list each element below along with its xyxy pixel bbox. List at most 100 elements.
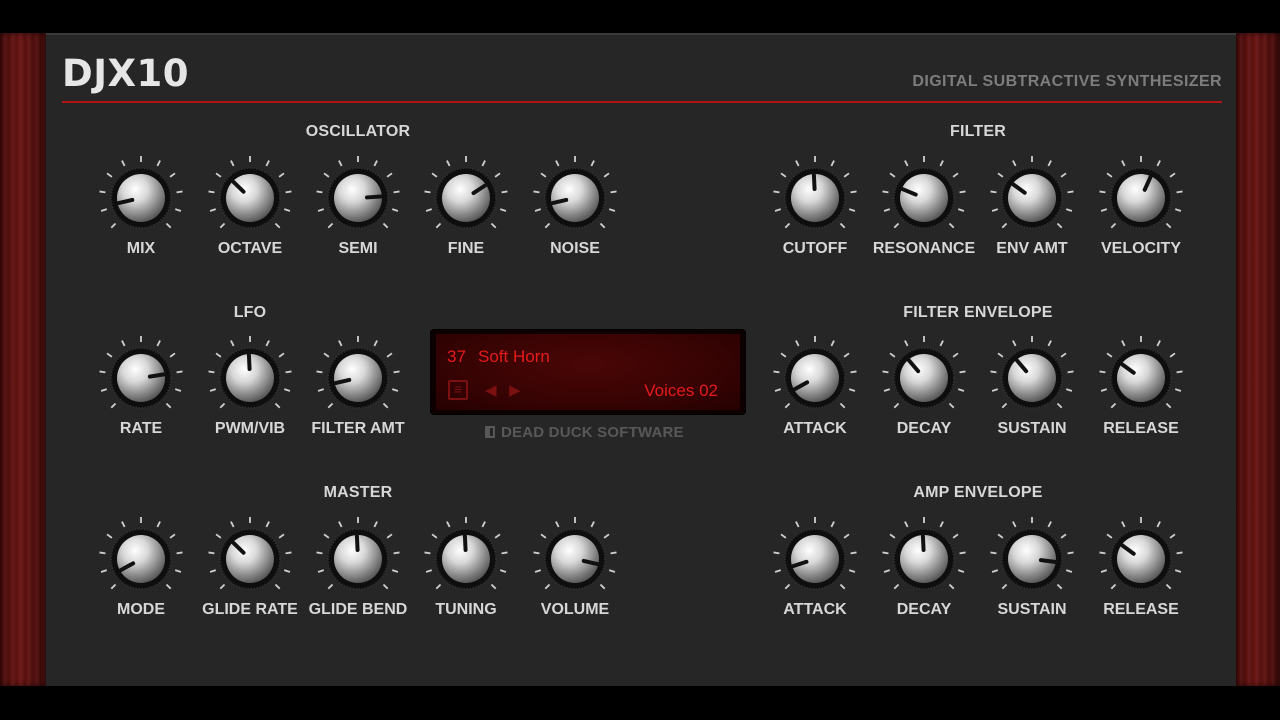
prev-arrow-icon[interactable]: ◀ bbox=[485, 381, 497, 399]
knob-tick bbox=[1065, 569, 1073, 573]
knob-icon[interactable] bbox=[771, 154, 859, 242]
amp-envelope-decay-knob[interactable]: DECAY bbox=[880, 515, 968, 625]
knob-icon[interactable] bbox=[206, 154, 294, 242]
knob-cap bbox=[442, 174, 490, 222]
master-mode-knob[interactable]: MODE bbox=[97, 515, 185, 625]
oscillator-noise-knob[interactable]: NOISE bbox=[531, 154, 619, 264]
knob-icon[interactable] bbox=[206, 334, 294, 422]
knob-icon[interactable] bbox=[314, 515, 402, 603]
amp-envelope-attack-knob[interactable]: ATTACK bbox=[771, 515, 859, 625]
knob-tick bbox=[165, 222, 172, 229]
knob-tick bbox=[889, 172, 896, 178]
knob-tick bbox=[169, 352, 176, 358]
master-glide-bend-knob[interactable]: GLIDE BEND bbox=[309, 515, 407, 625]
preset-name[interactable]: Soft Horn bbox=[478, 347, 550, 367]
knob-tick bbox=[904, 160, 909, 167]
knob-icon[interactable] bbox=[97, 515, 185, 603]
knob-icon[interactable] bbox=[771, 334, 859, 422]
amp-envelope-release-knob[interactable]: RELEASE bbox=[1097, 515, 1185, 625]
knob-tick bbox=[1156, 521, 1161, 528]
knob-tick bbox=[209, 388, 217, 392]
knob-tick bbox=[99, 551, 106, 555]
knob-tick bbox=[156, 340, 161, 347]
oscillator-semi-knob[interactable]: SEMI bbox=[314, 154, 402, 264]
filter-cutoff-knob[interactable]: CUTOFF bbox=[771, 154, 859, 264]
knob-tick bbox=[208, 551, 215, 555]
knob-icon[interactable] bbox=[531, 154, 619, 242]
knob-icon[interactable] bbox=[314, 154, 402, 242]
oscillator-fine-knob[interactable]: FINE bbox=[422, 154, 510, 264]
knob-tick bbox=[386, 533, 393, 539]
brand-logo-icon bbox=[485, 426, 495, 438]
knob-tick bbox=[997, 533, 1004, 539]
filter-envelope-release-knob[interactable]: RELEASE bbox=[1097, 334, 1185, 444]
oscillator-mix-knob[interactable]: MIX bbox=[97, 154, 185, 264]
next-arrow-icon[interactable]: ▶ bbox=[509, 381, 521, 399]
knob-tick bbox=[1060, 352, 1067, 358]
knob-tick bbox=[490, 222, 497, 229]
knob-tick bbox=[1099, 551, 1106, 555]
amp-envelope-sustain-knob[interactable]: SUSTAIN bbox=[988, 515, 1076, 625]
menu-icon[interactable]: ≡ bbox=[448, 380, 468, 400]
knob-tick bbox=[533, 190, 540, 194]
knob-cap bbox=[1008, 174, 1056, 222]
knob-icon[interactable] bbox=[531, 515, 619, 603]
filter-resonance-knob[interactable]: RESONANCE bbox=[873, 154, 975, 264]
lfo-filter-amt-knob[interactable]: FILTER AMT bbox=[311, 334, 405, 444]
knob-icon[interactable] bbox=[988, 154, 1076, 242]
knob-tick bbox=[784, 583, 791, 590]
knob-tick bbox=[1169, 172, 1176, 178]
lfo-pwm-vib-knob[interactable]: PWM/VIB bbox=[206, 334, 294, 444]
voices-readout[interactable]: Voices 02 bbox=[644, 381, 718, 401]
knob-tick bbox=[883, 388, 891, 392]
knob-tick bbox=[1176, 370, 1183, 374]
knob-icon[interactable] bbox=[97, 154, 185, 242]
knob-tick bbox=[795, 160, 800, 167]
knob-icon[interactable] bbox=[880, 154, 968, 242]
knob-icon[interactable] bbox=[1097, 334, 1185, 422]
knob-icon[interactable] bbox=[988, 515, 1076, 603]
knob-tick bbox=[215, 352, 222, 358]
knob-tick bbox=[882, 190, 889, 194]
knob-icon[interactable] bbox=[1097, 515, 1185, 603]
filter-envelope-sustain-knob[interactable]: SUSTAIN bbox=[988, 334, 1076, 444]
knob-icon[interactable] bbox=[97, 334, 185, 422]
knob-tick bbox=[382, 402, 389, 409]
master-glide-rate-knob[interactable]: GLIDE RATE bbox=[202, 515, 298, 625]
lfo-rate-knob[interactable]: RATE bbox=[97, 334, 185, 444]
oscillator-octave-knob[interactable]: OCTAVE bbox=[206, 154, 294, 264]
knob-icon[interactable] bbox=[771, 515, 859, 603]
knob-pointer bbox=[364, 194, 383, 200]
knob-tick bbox=[425, 208, 433, 212]
knob-icon[interactable] bbox=[422, 515, 510, 603]
knob-tick bbox=[121, 521, 126, 528]
knob-tick bbox=[1012, 160, 1017, 167]
knob-icon[interactable] bbox=[314, 334, 402, 422]
master-tuning-knob[interactable]: TUNING bbox=[422, 515, 510, 625]
knob-tick bbox=[219, 583, 226, 590]
filter-env-amt-knob[interactable]: ENV AMT bbox=[988, 154, 1076, 264]
knob-icon[interactable] bbox=[880, 515, 968, 603]
knob-icon[interactable] bbox=[880, 334, 968, 422]
knob-icon[interactable] bbox=[1097, 154, 1185, 242]
knob-icon[interactable] bbox=[988, 334, 1076, 422]
knob-cap bbox=[551, 174, 599, 222]
knob-tick bbox=[773, 551, 780, 555]
knob-tick bbox=[121, 160, 126, 167]
filter-velocity-knob[interactable]: VELOCITY bbox=[1097, 154, 1185, 264]
knob-tick bbox=[1099, 370, 1106, 374]
filter-section-title: FILTER bbox=[949, 123, 1006, 140]
knob-tick bbox=[904, 521, 909, 528]
knob-icon[interactable] bbox=[422, 154, 510, 242]
knob-tick bbox=[208, 190, 215, 194]
filter-envelope-attack-knob[interactable]: ATTACK bbox=[771, 334, 859, 444]
knob-tick bbox=[265, 160, 270, 167]
filter-envelope-decay-knob[interactable]: DECAY bbox=[880, 334, 968, 444]
knob-tick bbox=[843, 352, 850, 358]
master-volume-knob[interactable]: VOLUME bbox=[531, 515, 619, 625]
knob-tick bbox=[599, 583, 606, 590]
knob-tick bbox=[1067, 551, 1074, 555]
knob-tick bbox=[795, 521, 800, 528]
knob-tick bbox=[839, 222, 846, 229]
knob-icon[interactable] bbox=[206, 515, 294, 603]
